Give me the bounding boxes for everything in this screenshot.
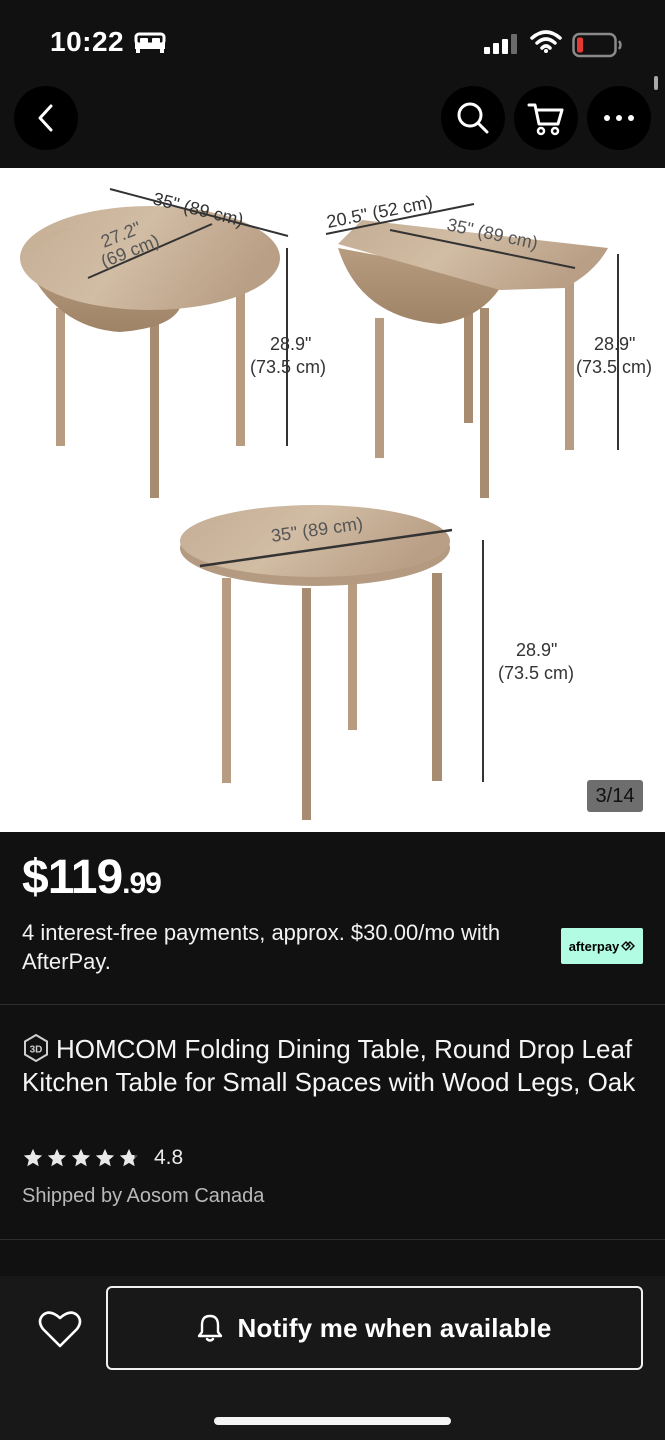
dimension-label: (73.5 cm) [498,663,574,683]
dimension-label: (73.5 cm) [250,357,326,377]
bottom-action-bar: Notify me when available [0,1276,665,1440]
image-counter: 3/14 [587,780,643,812]
next-section-peek [0,1262,665,1276]
rating-row[interactable]: 4.8 [22,1145,183,1171]
product-title: 3D HOMCOM Folding Dining Table, Round Dr… [22,1033,652,1099]
status-bar: 10:22 [0,0,665,90]
star-rating [22,1147,140,1169]
more-horizontal-icon [604,115,634,121]
product-info: 3D HOMCOM Folding Dining Table, Round Dr… [0,1005,665,1239]
dimension-label: (73.5 cm) [576,357,652,377]
product-photo: 35" (89 cm) 27.2" (69 cm) 28.9" (73.5 cm… [20,188,652,820]
dimension-label: 28.9" [594,334,635,354]
star-full-icon [23,1148,43,1167]
star-partial-icon [119,1148,139,1167]
cellular-signal-icon [484,34,517,54]
star-full-icon [95,1148,115,1167]
search-icon [457,102,489,134]
wifi-icon [530,30,562,53]
afterpay-badge[interactable]: afterpay [561,928,643,964]
price-section: $119.99 4 interest-free payments, approx… [0,832,665,1004]
notify-me-label: Notify me when available [237,1312,552,1343]
cart-button[interactable] [514,86,578,150]
bell-icon [198,1314,223,1342]
home-indicator[interactable] [214,1417,451,1425]
bed-icon [134,32,166,53]
3d-badge-icon[interactable]: 3D [22,1034,50,1062]
heart-outline-icon [38,1311,82,1348]
3d-badge-label: 3D [30,1045,43,1056]
star-full-icon [47,1148,67,1167]
scroll-indicator [654,76,658,90]
rating-value: 4.8 [154,1146,184,1169]
chevron-left-icon [38,104,53,132]
battery-low-icon [572,32,622,58]
product-title-text: HOMCOM Folding Dining Table, Round Drop … [22,1034,636,1097]
price-cents: .99 [122,867,162,900]
more-options-button[interactable] [587,86,651,150]
dimension-label: 28.9" [516,640,557,660]
afterpay-arrows-icon [621,941,636,951]
top-navigation [0,84,665,168]
dimension-label: 28.9" [270,334,311,354]
shipped-by: Shipped by Aosom Canada [22,1185,265,1207]
divider [0,1239,665,1240]
wishlist-button[interactable] [36,1306,84,1352]
star-full-icon [71,1148,91,1167]
table-right-view [325,203,619,498]
back-button[interactable] [14,86,78,150]
product-image-gallery[interactable]: 35" (89 cm) 27.2" (69 cm) 28.9" (73.5 cm… [0,168,665,832]
search-button[interactable] [441,86,505,150]
installments-text: 4 interest-free payments, approx. $30.00… [22,920,501,974]
cart-icon [527,103,564,136]
afterpay-label: afterpay [568,938,620,954]
price-dollars: $119 [22,851,123,904]
notify-me-button[interactable]: Notify me when available [106,1286,643,1370]
status-time: 10:22 [50,26,125,57]
table-bottom-view [180,505,484,820]
price: $119.99 [22,850,162,905]
